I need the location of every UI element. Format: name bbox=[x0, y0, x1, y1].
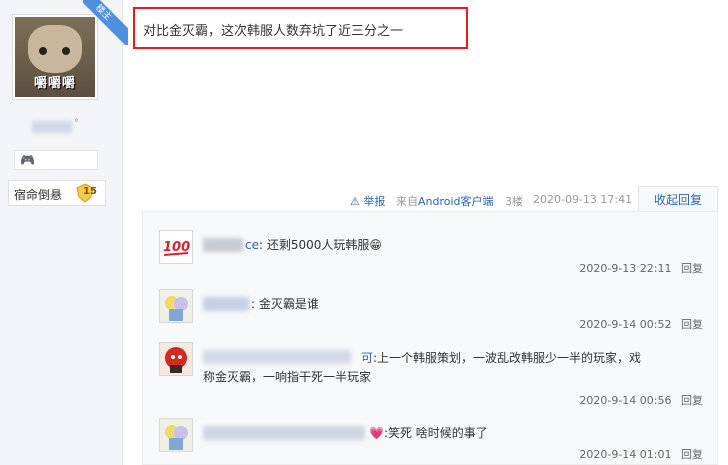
reply-meta: 2020-9-13 22:11 回复 bbox=[579, 260, 703, 276]
hundred-emoji-icon: 100 bbox=[163, 240, 190, 256]
reply-author-visible[interactable]: ce bbox=[245, 238, 259, 252]
anime-avatar-icon bbox=[160, 290, 192, 322]
reply-meta: 2020-9-14 00:56 回复 bbox=[579, 392, 703, 408]
source-prefix: 来自 bbox=[396, 195, 418, 208]
post-text: 对比金灭霸，这次韩服人数弃坑了近三分之一 bbox=[143, 24, 404, 39]
reply-time: 2020-9-14 00:52 bbox=[579, 318, 672, 331]
report-button[interactable]: ⚠ 举报 bbox=[350, 193, 385, 209]
author-sidebar: 嚼嚼嚼 楼主 ° 🎮 宿命倒悬 15 bbox=[0, 0, 128, 465]
reply-button[interactable]: 回复 bbox=[681, 394, 703, 407]
reply-author-masked[interactable] bbox=[203, 238, 243, 252]
author-username[interactable] bbox=[32, 121, 72, 133]
grin-emoji-icon: 😁 bbox=[369, 238, 382, 252]
cat-eye-left bbox=[39, 47, 47, 55]
avatar-caption: 嚼嚼嚼 bbox=[33, 76, 76, 91]
post-timestamp: 2020-09-13 17:41 bbox=[533, 193, 633, 206]
post-content-highlight: 对比金灭霸，这次韩服人数弃坑了近三分之一 bbox=[133, 7, 468, 49]
reply-panel: 100 ce: 还剩5000人玩韩服😁 2020-9-13 22:11 回复 :… bbox=[142, 211, 718, 465]
reply-avatar[interactable] bbox=[159, 342, 193, 376]
reply-colon: : bbox=[251, 297, 259, 311]
reply-author-visible[interactable]: 可 bbox=[361, 351, 373, 365]
medal-icon: 🎮 bbox=[20, 153, 35, 167]
post-source: 来自Android客户端 bbox=[396, 193, 494, 209]
op-ribbon: 楼主 bbox=[83, 0, 128, 45]
cat-eye-right bbox=[62, 47, 70, 55]
reply-text: 还剩5000人玩韩服 bbox=[266, 238, 370, 252]
reply-avatar[interactable]: 100 bbox=[159, 230, 193, 264]
cat-face-graphic bbox=[28, 25, 82, 73]
reply-avatar[interactable] bbox=[159, 289, 193, 323]
reply-time: 2020-9-14 01:01 bbox=[579, 448, 672, 461]
reply-content: : 金灭霸是谁 bbox=[251, 295, 319, 312]
badge-level: 15 bbox=[83, 186, 97, 197]
floor-number: 3楼 bbox=[505, 195, 523, 208]
reply-text: :笑死 啥时候的事了 bbox=[383, 426, 488, 440]
reply-meta: 2020-9-14 00:52 回复 bbox=[579, 316, 703, 332]
reply-button[interactable]: 回复 bbox=[681, 448, 703, 461]
reply-time: 2020-9-14 00:56 bbox=[579, 394, 672, 407]
anime-avatar-icon bbox=[160, 419, 192, 451]
medal-box[interactable]: 🎮 bbox=[14, 150, 98, 170]
reply-text-line2: 称金灭霸，一响指干死一半玩家 bbox=[203, 370, 372, 384]
reply-button[interactable]: 回复 bbox=[681, 262, 703, 275]
reply-author-masked[interactable] bbox=[203, 426, 365, 440]
reply-text: 金灭霸是谁 bbox=[258, 297, 319, 311]
reply-avatar[interactable] bbox=[159, 418, 193, 452]
source-client-link[interactable]: Android客户端 bbox=[418, 195, 494, 208]
member-badge[interactable]: 宿命倒悬 15 bbox=[8, 180, 106, 206]
username-suffix: ° bbox=[74, 118, 79, 129]
heart-emoji-icon: 💗 bbox=[369, 426, 384, 440]
reply-content: ce: 还剩5000人玩韩服😁 bbox=[245, 236, 382, 253]
badge-name: 宿命倒悬 bbox=[14, 188, 63, 202]
warning-icon: ⚠ bbox=[350, 195, 360, 208]
reply-time: 2020-9-13 22:11 bbox=[579, 262, 672, 275]
collapse-replies-button[interactable]: 收起回复 bbox=[638, 186, 718, 212]
reply-colon: : bbox=[258, 238, 267, 252]
op-ribbon-label: 楼主 bbox=[83, 0, 128, 45]
reply-content: 💗:笑死 啥时候的事了 bbox=[369, 424, 488, 441]
red-character-avatar-icon bbox=[160, 343, 192, 375]
reply-content: 可:上一个韩服策划，一波乱改韩服少一半的玩家，戏 bbox=[203, 348, 723, 368]
reply-author-masked[interactable] bbox=[203, 297, 249, 311]
reply-text-line1: :上一个韩服策划，一波乱改韩服少一半的玩家，戏 bbox=[373, 351, 642, 365]
reply-meta: 2020-9-14 01:01 回复 bbox=[579, 446, 703, 462]
report-label: 举报 bbox=[363, 195, 386, 208]
reply-content-line2: 称金灭霸，一响指干死一半玩家 bbox=[203, 368, 371, 385]
reply-button[interactable]: 回复 bbox=[681, 318, 703, 331]
